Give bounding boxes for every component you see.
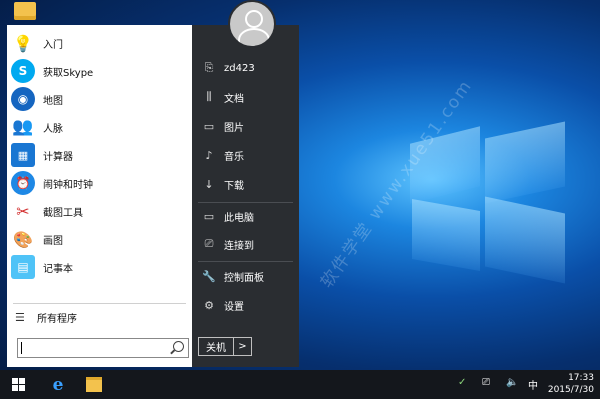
- app-item-people[interactable]: 👥 人脉: [7, 113, 192, 141]
- app-item-get-started[interactable]: 💡 入门: [7, 29, 192, 57]
- file-explorer-taskbar-button[interactable]: [76, 370, 112, 399]
- computer-icon: ▭: [203, 209, 215, 223]
- lightbulb-icon: 💡: [11, 31, 35, 55]
- wallpaper-window-pane: [412, 199, 480, 271]
- pictures-icon: ▭: [203, 119, 215, 133]
- app-item-calculator[interactable]: ▦ 计算器: [7, 141, 192, 169]
- app-label: 人脉: [43, 123, 63, 135]
- palette-icon: 🎨: [11, 227, 35, 251]
- divider: [198, 261, 293, 262]
- places-label: 文档: [224, 93, 244, 105]
- places-label: 设置: [224, 301, 244, 313]
- wallpaper-window-pane: [485, 121, 565, 204]
- user-silhouette-icon: [245, 10, 263, 28]
- shutdown-options-arrow-icon[interactable]: >: [233, 338, 251, 355]
- places-label: 此电脑: [224, 212, 254, 224]
- places-item-this-pc[interactable]: ▭ 此电脑: [192, 203, 299, 229]
- app-item-notepad[interactable]: ▤ 记事本: [7, 253, 192, 281]
- user-silhouette-body: [238, 28, 270, 46]
- network-icon[interactable]: ⎚: [482, 377, 490, 388]
- places-label: 下载: [224, 180, 244, 192]
- app-item-paint[interactable]: 🎨 画图: [7, 225, 192, 253]
- app-item-alarms[interactable]: ⏰ 闹钟和时钟: [7, 169, 192, 197]
- documents-icon: ⫼: [206, 90, 212, 103]
- text-cursor: [21, 342, 22, 354]
- shutdown-button[interactable]: 关机: [199, 339, 233, 354]
- calculator-icon: ▦: [11, 143, 35, 167]
- all-programs-button[interactable]: ☰ 所有程序: [7, 306, 192, 328]
- places-label: 连接到: [224, 240, 254, 252]
- desktop-folder-icon[interactable]: [14, 2, 36, 20]
- user-folder-icon: ⎘: [204, 61, 214, 74]
- app-label: 闹钟和时钟: [43, 179, 93, 191]
- search-icon[interactable]: [173, 341, 184, 352]
- map-pin-icon: ◉: [11, 87, 35, 111]
- app-label: 画图: [43, 235, 63, 247]
- input-language-indicator[interactable]: 中: [528, 377, 538, 392]
- system-clock[interactable]: 17:33 2015/7/30: [548, 372, 594, 396]
- settings-gear-icon: ⚙: [204, 298, 214, 312]
- app-label: 地图: [43, 95, 63, 107]
- places-item-connect[interactable]: ⎚ 连接到: [192, 231, 299, 257]
- places-label: 控制面板: [224, 272, 264, 284]
- security-shield-icon[interactable]: ✓: [458, 377, 466, 388]
- notepad-icon: ▤: [11, 255, 35, 279]
- control-panel-icon: 🔧: [202, 269, 216, 283]
- app-item-skype[interactable]: S 获取Skype: [7, 57, 192, 85]
- edge-taskbar-button[interactable]: e: [40, 370, 76, 399]
- app-label: 记事本: [43, 263, 73, 275]
- places-item-music[interactable]: ♪ 音乐: [192, 142, 299, 168]
- places-label: 图片: [224, 122, 244, 134]
- app-label: 截图工具: [43, 207, 83, 219]
- start-menu-apps-panel: 💡 入门 S 获取Skype ◉ 地图 👥 人脉 ▦ 计算器 ⏰ 闹钟和时钟 ✂…: [7, 25, 192, 367]
- volume-icon[interactable]: 🔈: [506, 377, 518, 388]
- edge-browser-icon: e: [52, 374, 64, 395]
- start-menu-places-panel: ⎘ zd423 ⫼ 文档 ▭ 图片 ♪ 音乐 ↓ 下载 ▭ 此电脑 ⎚ 连接到 …: [192, 25, 299, 367]
- places-item-documents[interactable]: ⫼ 文档: [192, 84, 299, 110]
- places-item-downloads[interactable]: ↓ 下载: [192, 171, 299, 197]
- list-icon: ☰: [15, 310, 25, 324]
- places-item-pictures[interactable]: ▭ 图片: [192, 113, 299, 139]
- start-button[interactable]: [0, 370, 36, 399]
- divider: [13, 303, 186, 304]
- alarm-clock-icon: ⏰: [11, 171, 35, 195]
- places-item-settings[interactable]: ⚙ 设置: [192, 292, 299, 318]
- download-icon: ↓: [204, 177, 214, 191]
- folder-icon: [86, 377, 102, 392]
- places-label: 音乐: [224, 151, 244, 163]
- taskbar: e ✓ ⎚ 🔈 中 17:33 2015/7/30: [0, 370, 600, 399]
- user-avatar[interactable]: [228, 0, 276, 48]
- places-item-control-panel[interactable]: 🔧 控制面板: [192, 263, 299, 289]
- app-item-snipping-tool[interactable]: ✂ 截图工具: [7, 197, 192, 225]
- app-label: 计算器: [43, 151, 73, 163]
- search-input[interactable]: [17, 338, 189, 358]
- windows-logo-icon: [11, 378, 25, 391]
- clock-time: 17:33: [568, 373, 594, 383]
- shutdown-button-group: 关机 >: [198, 337, 252, 356]
- wallpaper-window-pane: [485, 196, 565, 284]
- user-name-item[interactable]: ⎘ zd423: [192, 55, 299, 81]
- clock-date: 2015/7/30: [547, 385, 594, 395]
- music-icon: ♪: [205, 148, 213, 162]
- connect-icon: ⎚: [204, 237, 214, 250]
- people-icon: 👥: [11, 115, 35, 139]
- app-label: 入门: [43, 39, 63, 51]
- app-item-maps[interactable]: ◉ 地图: [7, 85, 192, 113]
- all-programs-label: 所有程序: [37, 313, 77, 325]
- skype-icon: S: [11, 59, 35, 83]
- app-label: 获取Skype: [43, 67, 94, 79]
- scissors-icon: ✂: [11, 199, 35, 223]
- user-name-label: zd423: [224, 62, 255, 74]
